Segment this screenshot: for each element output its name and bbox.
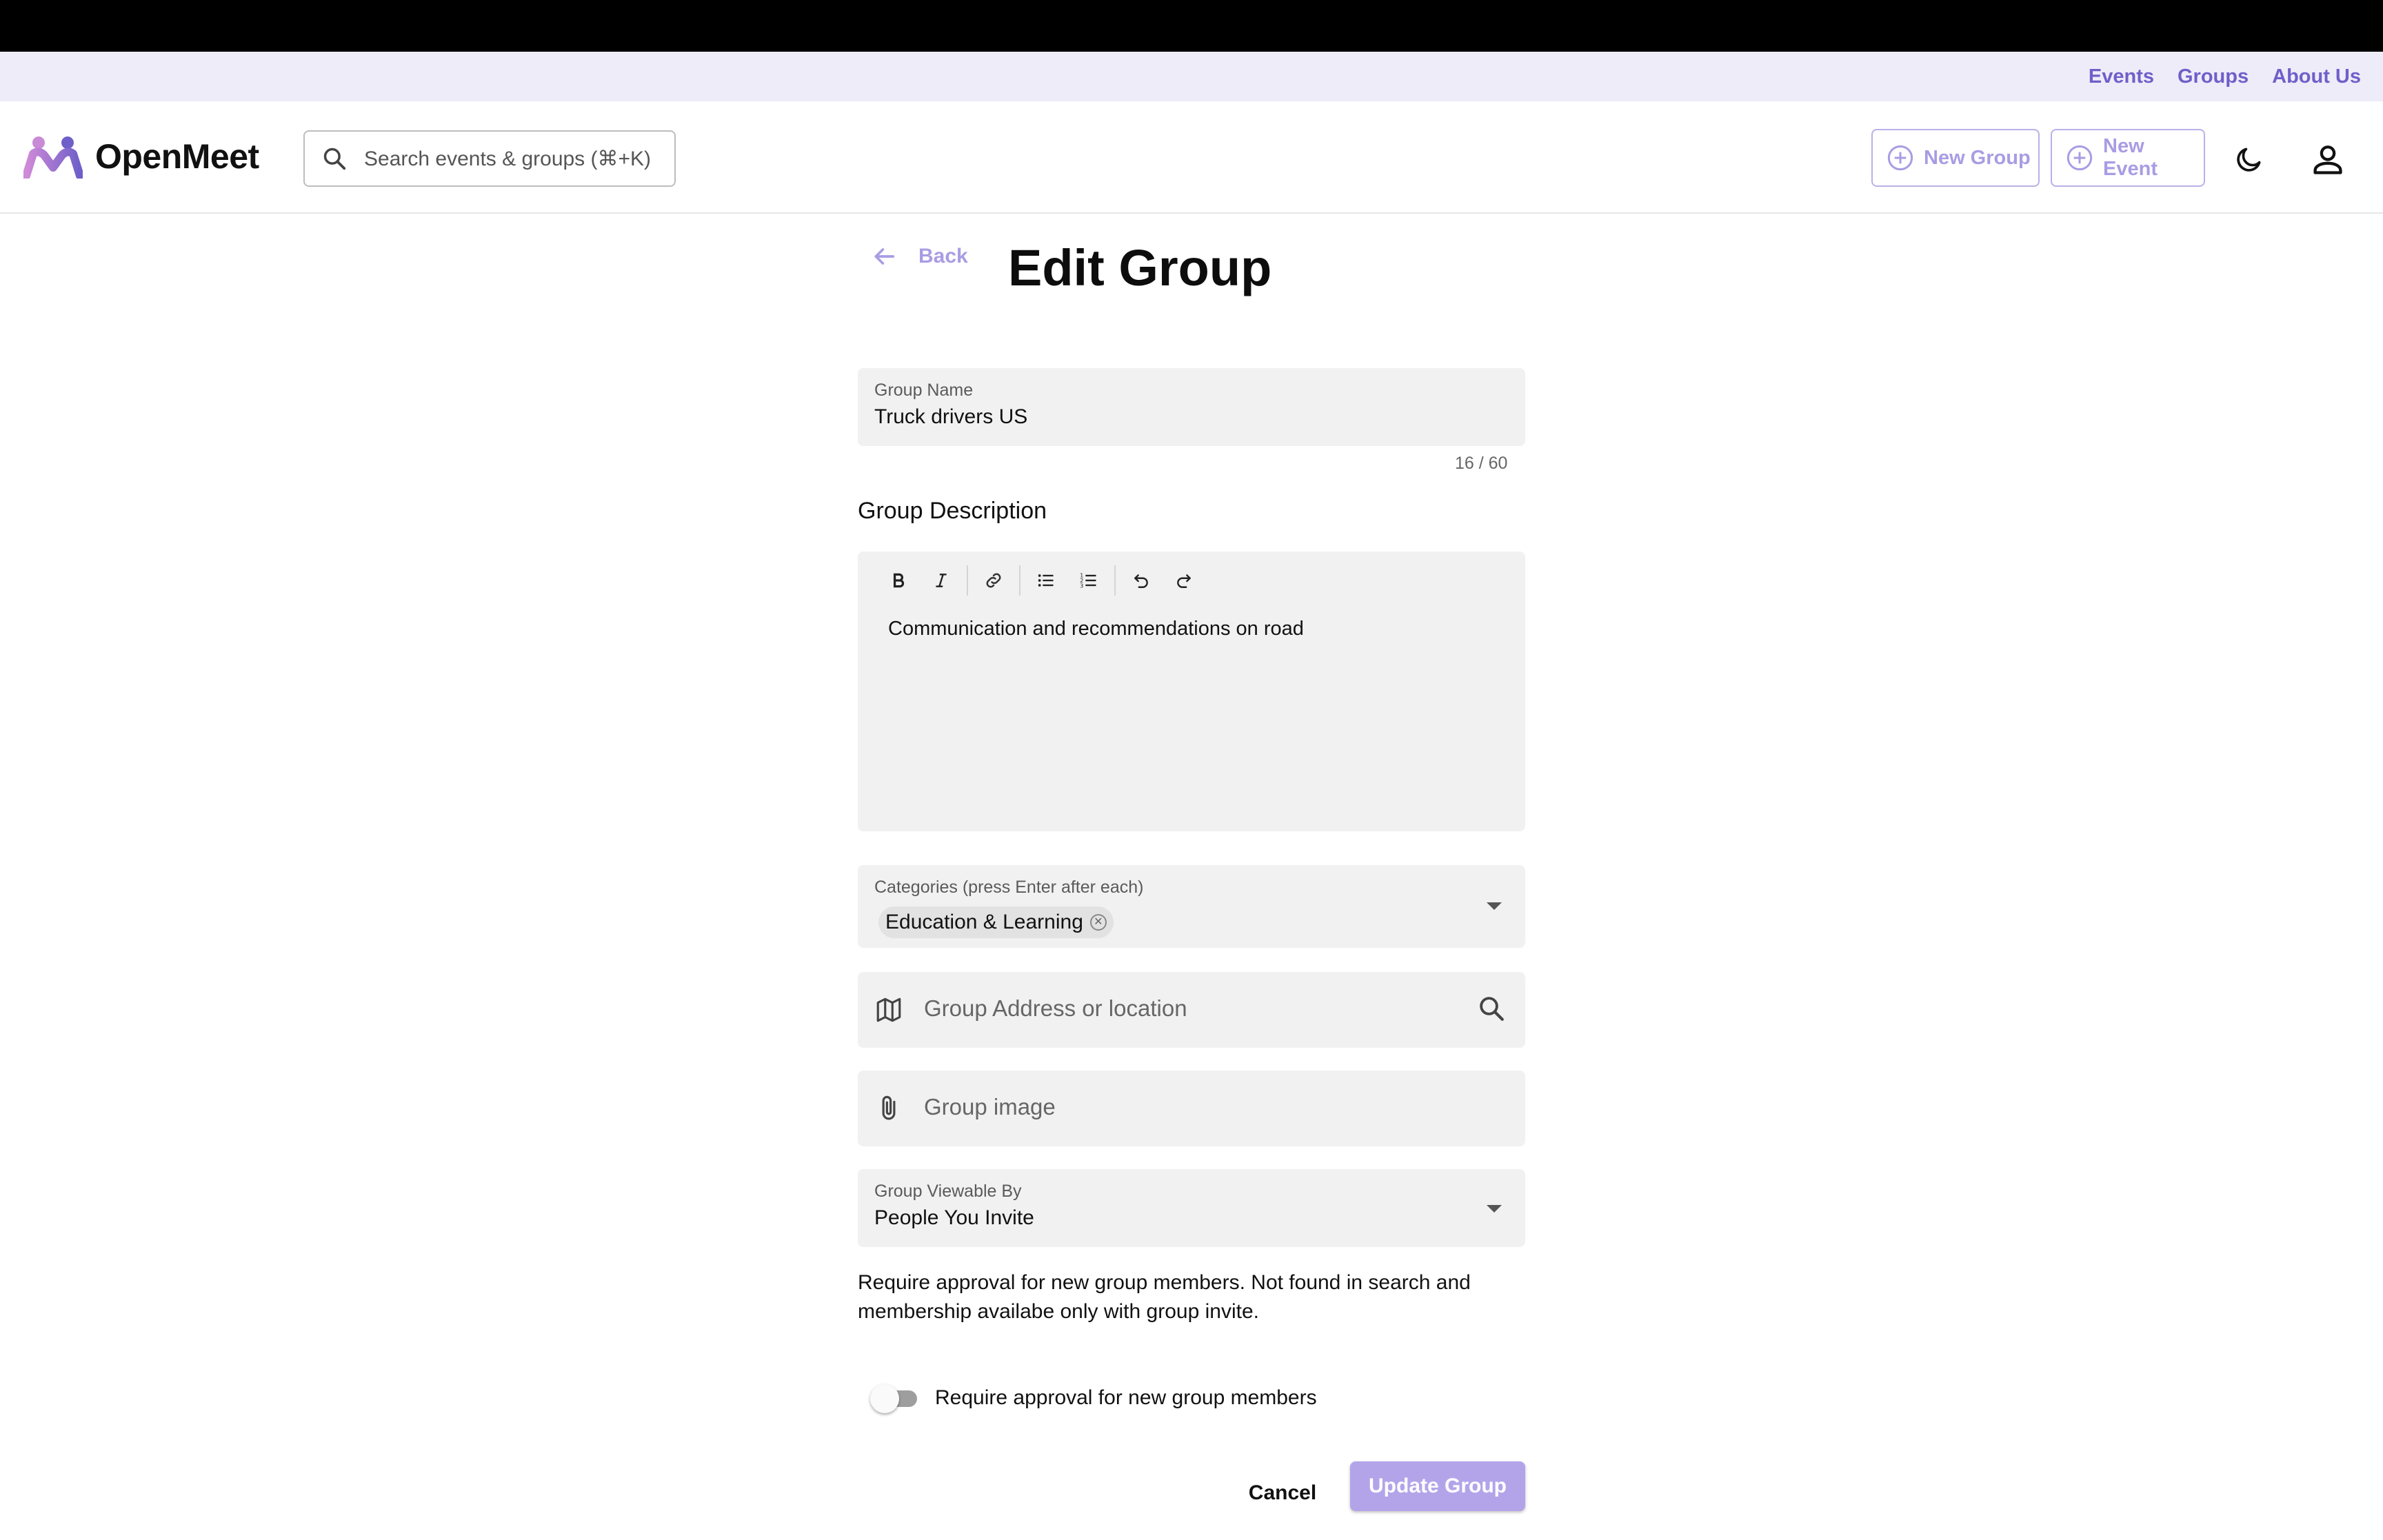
bold-icon[interactable] <box>877 565 920 596</box>
toolbar-divider <box>967 565 968 596</box>
new-group-button[interactable]: New Group <box>1871 129 2040 187</box>
search-icon <box>321 145 348 172</box>
dropdown-caret-icon[interactable] <box>1487 1205 1502 1213</box>
redo-icon[interactable] <box>1163 565 1205 596</box>
visibility-select[interactable]: Group Viewable By People You Invite <box>858 1169 1525 1247</box>
search-input[interactable]: Search events & groups (⌘+K) <box>303 130 676 187</box>
categories-select[interactable]: Categories (press Enter after each) Educ… <box>858 865 1525 948</box>
italic-icon[interactable] <box>920 565 963 596</box>
numbered-list-icon[interactable]: 123 <box>1067 565 1110 596</box>
nav-link-events[interactable]: Events <box>2089 65 2154 88</box>
group-image-placeholder: Group image <box>924 1094 1056 1119</box>
editor-toolbar: 123 <box>877 565 1205 596</box>
app-header: OpenMeet Search events & groups (⌘+K) Ne… <box>0 101 2383 214</box>
group-name-field[interactable]: Group Name Truck drivers US <box>858 368 1525 446</box>
toolbar-divider <box>1114 565 1116 596</box>
brand-name: OpenMeet <box>95 137 259 176</box>
location-input[interactable]: Group Address or location <box>858 972 1525 1048</box>
arrow-left-icon <box>870 243 898 270</box>
description-content[interactable]: Communication and recommendations on roa… <box>888 618 1304 640</box>
description-editor[interactable]: 123 Communication and recommendations on… <box>858 551 1525 831</box>
search-icon[interactable] <box>1477 994 1506 1023</box>
nav-link-about-us[interactable]: About Us <box>2272 65 2361 88</box>
group-image-input[interactable]: Group image <box>858 1071 1525 1146</box>
link-icon[interactable] <box>972 565 1015 596</box>
group-name-value: Truck drivers US <box>874 405 1028 428</box>
bullet-list-icon[interactable] <box>1025 565 1067 596</box>
categories-label: Categories (press Enter after each) <box>874 878 1144 897</box>
group-name-label: Group Name <box>874 381 974 400</box>
undo-icon[interactable] <box>1120 565 1163 596</box>
plus-circle-icon <box>2066 144 2093 172</box>
visibility-label: Group Viewable By <box>874 1182 1022 1201</box>
remove-chip-icon[interactable]: ✕ <box>1089 914 1107 931</box>
brand-logo[interactable]: OpenMeet <box>23 134 259 179</box>
map-icon <box>874 995 903 1024</box>
description-label: Group Description <box>858 498 1047 524</box>
dropdown-caret-icon[interactable] <box>1487 902 1502 910</box>
secondary-nav: Events Groups About Us <box>0 52 2383 101</box>
user-icon[interactable] <box>2310 141 2346 177</box>
moon-icon[interactable] <box>2234 144 2264 174</box>
toggle-thumb <box>870 1384 899 1413</box>
approval-toggle-row[interactable]: Require approval for new group members <box>870 1384 1317 1413</box>
top-black-bar <box>0 0 2383 52</box>
toolbar-divider <box>1019 565 1020 596</box>
cancel-button[interactable]: Cancel <box>1241 1468 1324 1518</box>
group-name-counter: 16 / 60 <box>1455 454 1508 473</box>
plus-circle-icon <box>1887 144 1914 172</box>
new-group-label: New Group <box>1924 146 2031 169</box>
paperclip-icon <box>874 1094 903 1123</box>
visibility-help-text: Require approval for new group members. … <box>858 1271 1471 1323</box>
location-placeholder: Group Address or location <box>924 995 1187 1021</box>
back-label: Back <box>918 245 968 267</box>
back-button[interactable]: Back <box>870 243 968 270</box>
new-event-button[interactable]: New Event <box>2051 129 2205 187</box>
nav-link-groups[interactable]: Groups <box>2178 65 2249 88</box>
page-title: Edit Group <box>1008 239 1272 296</box>
category-chip-label: Education & Learning <box>885 911 1083 933</box>
approval-toggle[interactable] <box>870 1384 918 1413</box>
svg-text:3: 3 <box>1080 582 1083 589</box>
search-placeholder: Search events & groups (⌘+K) <box>364 147 652 170</box>
category-chip[interactable]: Education & Learning ✕ <box>878 906 1114 938</box>
new-event-label: New Event <box>2103 135 2158 180</box>
update-group-button[interactable]: Update Group <box>1350 1461 1525 1511</box>
visibility-value: People You Invite <box>874 1206 1034 1229</box>
logo-icon <box>23 134 83 179</box>
approval-toggle-label: Require approval for new group members <box>935 1386 1317 1409</box>
